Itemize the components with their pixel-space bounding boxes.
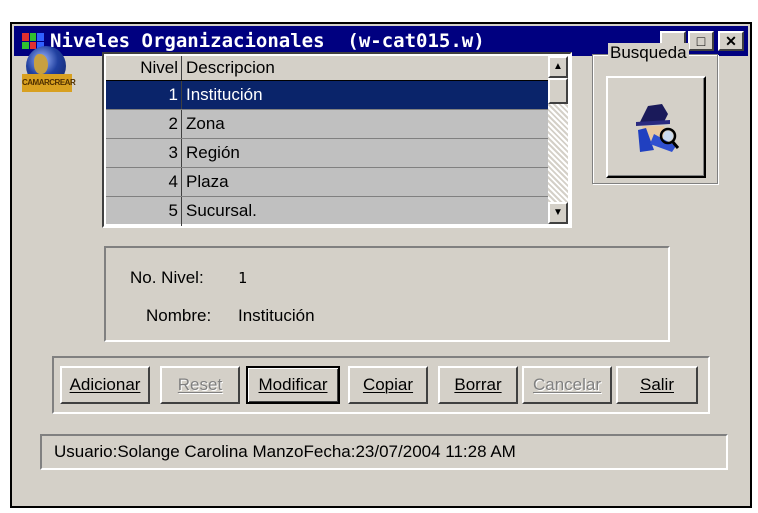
window-title: Niveles Organizacionales (w-cat015.w) [50, 30, 485, 52]
nombre-label: Nombre: [146, 306, 212, 325]
borrar-button[interactable]: Borrar [438, 366, 518, 404]
row-descripcion: Zona [186, 114, 225, 133]
detail-panel: No. Nivel: 1 Nombre: Institución [104, 246, 670, 342]
usuario-value: Solange Carolina Manzo [117, 442, 304, 461]
scroll-thumb[interactable] [548, 78, 568, 104]
status-bar: Usuario: Solange Carolina Manzo Fecha: 2… [40, 434, 728, 470]
search-group-label: Busqueda [608, 43, 689, 63]
row-descripcion: Sucursal. [186, 201, 257, 220]
row-nivel: 2 [106, 110, 182, 138]
company-logo: CAMARCREAR [22, 46, 76, 102]
salir-button[interactable]: Salir [616, 366, 698, 404]
grid-row[interactable]: 3 Región [106, 139, 548, 168]
detective-icon [636, 104, 680, 152]
grid-header: Nivel Descripcion [106, 56, 548, 81]
usuario-label: Usuario: [54, 442, 118, 461]
cancelar-button[interactable]: Cancelar [522, 366, 612, 404]
row-nivel: 3 [106, 139, 182, 167]
scroll-down-icon[interactable]: ▼ [548, 202, 568, 224]
levels-grid[interactable]: Nivel Descripcion 1 Institución 2 Zona 3… [102, 52, 572, 228]
fecha-label: Fecha: [303, 442, 356, 461]
row-nivel: 4 [106, 168, 182, 196]
search-button[interactable] [606, 76, 706, 178]
header-descripcion[interactable]: Descripcion [182, 56, 548, 80]
scroll-up-icon[interactable]: ▲ [548, 56, 568, 78]
action-toolbar: Adicionar Reset Modificar Copiar Borrar … [52, 356, 710, 414]
modificar-button[interactable]: Modificar [246, 366, 340, 404]
row-descripcion: Institución [186, 85, 263, 104]
adicionar-button[interactable]: Adicionar [60, 366, 150, 404]
row-descripcion: Región [186, 143, 240, 162]
nivel-label: No. Nivel: [130, 268, 204, 287]
row-descripcion: Plaza [186, 172, 229, 191]
nombre-value: Institución [238, 306, 315, 325]
maximize-button[interactable]: □ [688, 31, 714, 51]
header-nivel[interactable]: Nivel [106, 56, 182, 80]
grid-row[interactable]: 5 Sucursal. [106, 197, 548, 226]
logo-text: CAMARCREAR [22, 74, 76, 92]
reset-button[interactable]: Reset [160, 366, 240, 404]
row-nivel: 1 [106, 81, 182, 109]
row-nivel: 5 [106, 197, 182, 226]
close-button[interactable]: ✕ [718, 31, 744, 51]
nivel-value: 1 [238, 269, 248, 287]
grid-row[interactable]: 2 Zona [106, 110, 548, 139]
grid-row[interactable]: 4 Plaza [106, 168, 548, 197]
copiar-button[interactable]: Copiar [348, 366, 428, 404]
grid-scrollbar[interactable]: ▲ ▼ [548, 56, 568, 224]
fecha-value: 23/07/2004 11:28 AM [355, 442, 516, 461]
grid-row[interactable]: 1 Institución [106, 81, 548, 110]
